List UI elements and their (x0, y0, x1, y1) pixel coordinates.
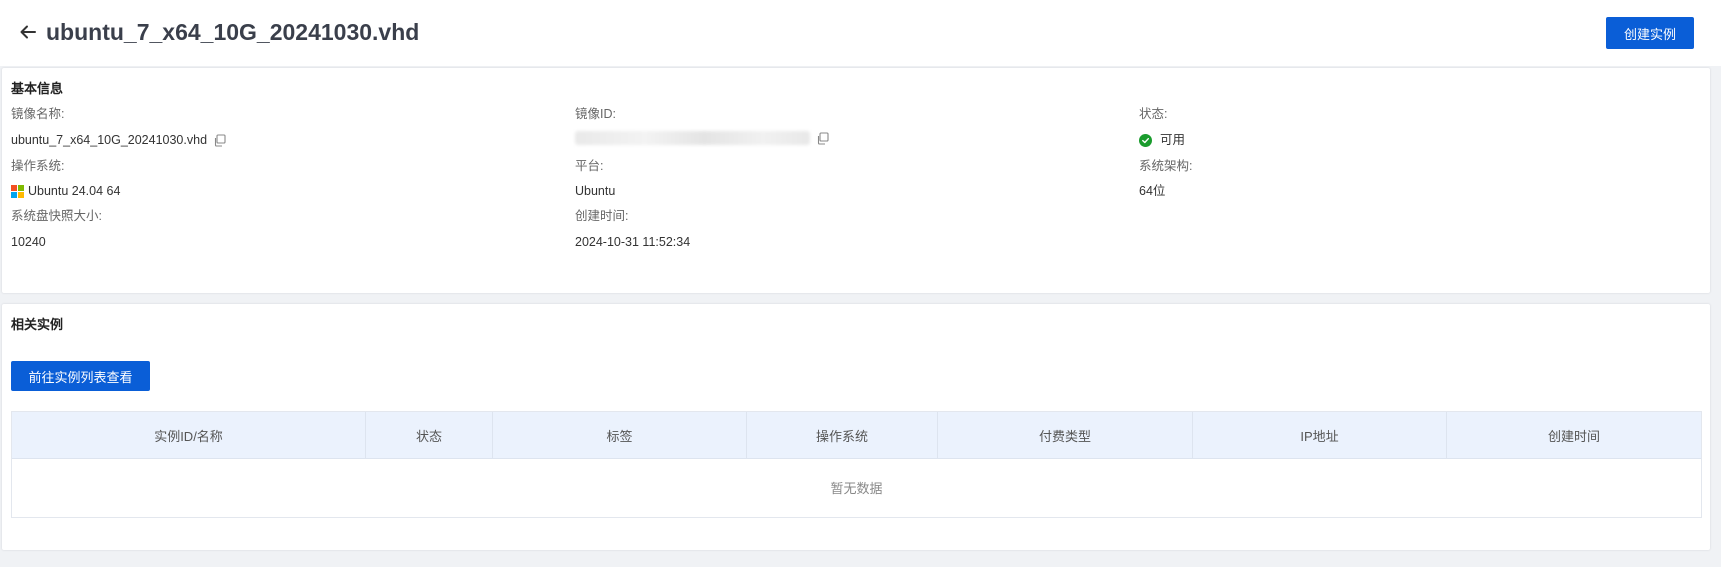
column-header-billing-type[interactable]: 付费类型 (938, 412, 1193, 458)
related-instances-table: 实例ID/名称 状态 标签 操作系统 付费类型 IP地址 创建时间 暂无数据 (11, 411, 1702, 518)
related-instances-title: 相关实例 (11, 317, 64, 332)
column-header-tags[interactable]: 标签 (493, 412, 747, 458)
snapshot-size-value: 10240 (11, 235, 46, 249)
related-instances-card: 相关实例 前往实例列表查看 实例ID/名称 状态 标签 操作系统 付费类型 IP… (2, 304, 1710, 550)
column-header-created-time[interactable]: 创建时间 (1447, 412, 1701, 458)
goto-instance-list-button[interactable]: 前往实例列表查看 (11, 361, 150, 391)
copy-icon[interactable] (816, 131, 829, 145)
copy-icon[interactable] (213, 133, 226, 147)
image-id-label: 镜像ID: (575, 107, 616, 121)
table-empty-state: 暂无数据 (830, 481, 883, 496)
column-header-ip-address[interactable]: IP地址 (1193, 412, 1447, 458)
check-circle-icon (1139, 133, 1152, 147)
os-value: Ubuntu 24.04 64 (28, 184, 121, 198)
status-value-row: 可用 (1139, 131, 1185, 149)
snapshot-size-label: 系统盘快照大小: (11, 209, 102, 223)
column-header-os[interactable]: 操作系统 (747, 412, 938, 458)
created-time-value: 2024-10-31 11:52:34 (575, 235, 691, 249)
platform-label: 平台: (575, 159, 604, 173)
image-name-value: ubuntu_7_x64_10G_20241030.vhd (11, 133, 208, 147)
image-name-value-row: ubuntu_7_x64_10G_20241030.vhd (11, 131, 226, 149)
arch-value: 64位 (1139, 184, 1166, 198)
basic-info-title: 基本信息 (11, 81, 64, 96)
column-header-status[interactable]: 状态 (366, 412, 493, 458)
os-label: 操作系统: (11, 159, 65, 173)
column-header-instance-id[interactable]: 实例ID/名称 (12, 412, 366, 458)
os-value-row: Ubuntu 24.04 64 (11, 182, 120, 200)
windows-logo-icon (11, 184, 24, 198)
create-instance-button[interactable]: 创建实例 (1606, 17, 1694, 49)
back-arrow-icon[interactable] (18, 22, 38, 42)
status-value: 可用 (1160, 133, 1186, 147)
image-id-redacted (575, 131, 810, 145)
page-header: ubuntu_7_x64_10G_20241030.vhd 创建实例 (0, 0, 1721, 66)
basic-info-card: 基本信息 镜像名称: ubuntu_7_x64_10G_20241030.vhd… (2, 68, 1710, 293)
status-label: 状态: (1139, 107, 1168, 121)
image-id-value-row (575, 131, 829, 145)
platform-value: Ubuntu (575, 184, 616, 198)
image-name-label: 镜像名称: (11, 107, 65, 121)
table-header: 实例ID/名称 状态 标签 操作系统 付费类型 IP地址 创建时间 (12, 412, 1701, 459)
arch-label: 系统架构: (1139, 159, 1193, 173)
page-title: ubuntu_7_x64_10G_20241030.vhd (46, 19, 420, 45)
created-time-label: 创建时间: (575, 209, 629, 223)
